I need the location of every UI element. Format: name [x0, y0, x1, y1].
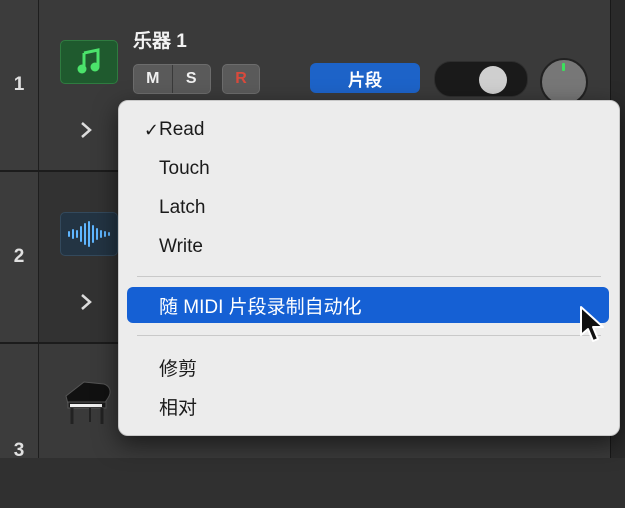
- menu-separator: [137, 335, 601, 336]
- menu-item-trim[interactable]: 修剪: [119, 349, 619, 385]
- menu-item-label: Latch: [159, 197, 206, 218]
- track-number-2: 2: [13, 246, 25, 267]
- menu-item-label: Write: [159, 236, 203, 257]
- track-number-1: 1: [13, 74, 25, 95]
- chevron-right-icon[interactable]: [78, 292, 98, 312]
- track-number-3: 3: [13, 440, 25, 461]
- menu-separator: [137, 276, 601, 277]
- pan-knob[interactable]: [540, 58, 588, 106]
- menu-item-label: 随 MIDI 片段录制自动化: [159, 296, 362, 318]
- grand-piano-icon[interactable]: [60, 374, 116, 430]
- menu-item-write[interactable]: Write: [119, 229, 619, 265]
- toggle-knob: [479, 66, 507, 94]
- track-on-off-toggle[interactable]: [434, 61, 528, 97]
- menu-item-latch[interactable]: Latch: [119, 190, 619, 226]
- mute-solo-group: M S: [133, 64, 211, 94]
- automation-mode-button[interactable]: 片段: [310, 63, 420, 93]
- mouse-cursor-icon: [578, 305, 610, 347]
- menu-item-label: Read: [159, 119, 205, 140]
- menu-item-relative[interactable]: 相对: [119, 388, 619, 424]
- solo-button[interactable]: S: [171, 65, 211, 93]
- menu-item-read[interactable]: ✓ Read: [119, 112, 619, 148]
- menu-item-touch[interactable]: Touch: [119, 151, 619, 187]
- record-enable-button[interactable]: R: [222, 64, 260, 94]
- mute-button[interactable]: M: [134, 65, 172, 93]
- chevron-right-icon[interactable]: [78, 120, 98, 140]
- menu-item-label: 相对: [159, 397, 198, 419]
- menu-item-label: 修剪: [159, 358, 198, 380]
- music-note-icon[interactable]: [60, 40, 118, 84]
- knob-indicator: [562, 63, 565, 71]
- waveform-icon[interactable]: [60, 212, 118, 256]
- menu-item-record-automation-midi[interactable]: 随 MIDI 片段录制自动化: [127, 287, 609, 323]
- track-name[interactable]: 乐器 1: [133, 26, 187, 53]
- menu-item-label: Touch: [159, 158, 210, 179]
- automation-mode-menu: ✓ Read Touch Latch Write 随 MIDI 片段录制自动化 …: [118, 100, 620, 436]
- checkmark-icon: ✓: [143, 119, 159, 140]
